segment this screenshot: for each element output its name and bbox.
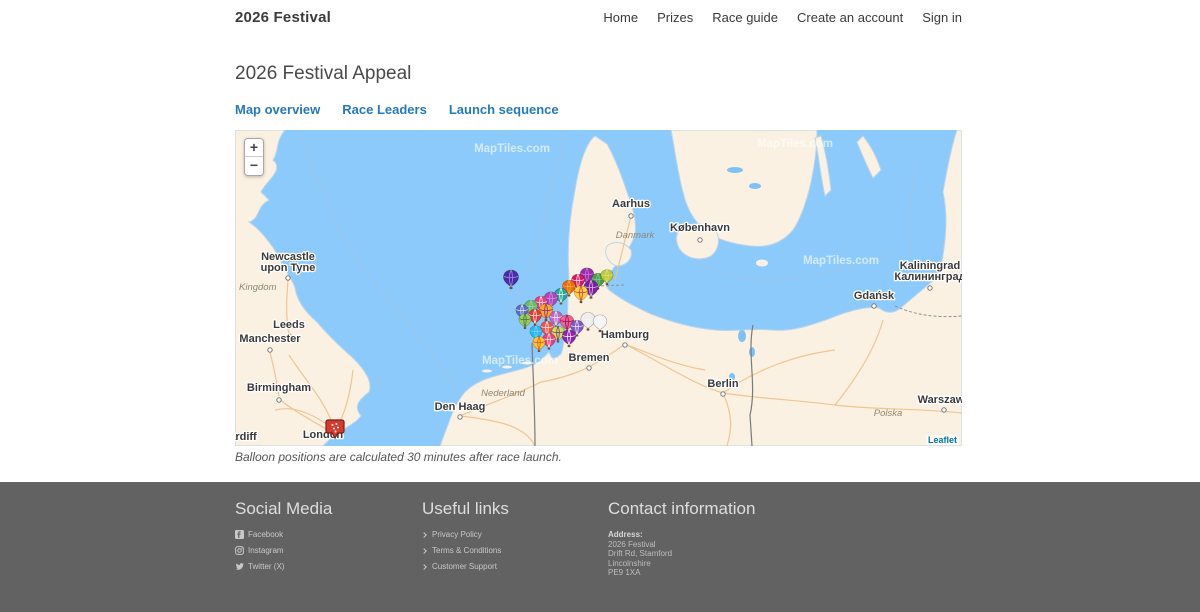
twitter-icon (235, 562, 244, 571)
social-link-instagram[interactable]: Instagram (235, 546, 422, 555)
page-footer: Social Media Facebook Instagram Twitter … (0, 482, 1200, 612)
page-title: 2026 Festival Appeal (235, 63, 962, 85)
nav-item-home[interactable]: Home (603, 10, 638, 25)
city-label: Cardiff (235, 431, 257, 443)
map-canvas[interactable]: MapTiles.com MapTiles.com MapTiles.com MapT… (235, 130, 962, 446)
city-label: Den Haag (435, 401, 486, 413)
brand-logo[interactable]: 2026 Festival (235, 9, 331, 26)
footer-link-privacy-policy[interactable]: Privacy Policy (422, 530, 608, 539)
map-watermark: MapTiles.com (482, 355, 558, 367)
city-dot (286, 276, 290, 280)
city-dot (942, 408, 946, 412)
instagram-icon (235, 546, 244, 555)
contact-address: Address: 2026 Festival Drift Rd, Stamfor… (608, 530, 868, 578)
city-dot (277, 398, 281, 402)
footer-links-section: Useful links Privacy Policy Terms & Cond… (422, 499, 608, 578)
social-link-twitter[interactable]: Twitter (X) (235, 562, 422, 571)
region-label: Nederland (481, 388, 526, 399)
city-dot (623, 343, 627, 347)
nav-item-race-guide[interactable]: Race guide (712, 10, 778, 25)
region-label: Kingdom (239, 282, 277, 293)
top-header: 2026 Festival Home Prizes Race guide Cre… (0, 0, 1200, 26)
city-dot (268, 348, 272, 352)
map-zoom-out-button[interactable]: − (245, 157, 263, 175)
address-line: 2026 Festival (608, 540, 868, 550)
city-label: København (670, 222, 730, 234)
nav-item-create-account[interactable]: Create an account (797, 10, 903, 25)
map-zoom-in-button[interactable]: + (245, 139, 263, 157)
city-dot (587, 366, 591, 370)
footer-social-section: Social Media Facebook Instagram Twitter … (235, 499, 422, 578)
city-label: Manchester (239, 333, 301, 345)
address-line: PE9 1XA (608, 568, 868, 578)
city-label: upon Tyne (261, 262, 316, 274)
chevron-right-icon (421, 532, 427, 538)
tab-map-overview[interactable]: Map overview (235, 102, 320, 117)
footer-contact-section: Contact information Address: 2026 Festiv… (608, 499, 868, 578)
city-label: Berlin (707, 378, 738, 390)
city-label: Birmingham (247, 382, 311, 394)
map-attribution-link[interactable]: Leaflet (926, 435, 959, 445)
map-watermark: MapTiles.com (474, 143, 550, 155)
city-label: Leeds (273, 319, 305, 331)
chevron-right-icon (421, 564, 427, 570)
social-link-facebook[interactable]: Facebook (235, 530, 422, 539)
tab-bar: Map overview Race Leaders Launch sequenc… (235, 102, 962, 117)
city-label: Hamburg (601, 329, 649, 341)
city-dot (721, 392, 725, 396)
city-label: Warszawa (918, 394, 962, 406)
region-label: Danmark (616, 230, 656, 241)
city-dot (458, 415, 462, 419)
city-label: Bremen (569, 352, 610, 364)
map-zoom-control: + − (244, 138, 264, 176)
tab-launch-sequence[interactable]: Launch sequence (449, 102, 559, 117)
contact-heading: Contact information (608, 499, 868, 519)
city-label: Калининград (894, 271, 962, 283)
address-line: Drift Rd, Stamford (608, 549, 868, 559)
facebook-icon (235, 530, 244, 539)
main-nav: Home Prizes Race guide Create an account… (603, 10, 962, 25)
nav-item-sign-in[interactable]: Sign in (922, 10, 962, 25)
useful-links-heading: Useful links (422, 499, 608, 519)
chevron-right-icon (421, 548, 427, 554)
city-dot (928, 286, 932, 290)
map-watermark: MapTiles.com (757, 138, 833, 150)
address-line: Lincolnshire (608, 559, 868, 569)
social-heading: Social Media (235, 499, 422, 519)
map-watermark: MapTiles.com (803, 255, 879, 267)
city-dot (698, 238, 702, 242)
footer-link-terms-conditions[interactable]: Terms & Conditions (422, 546, 608, 555)
nav-item-prizes[interactable]: Prizes (657, 10, 693, 25)
tab-race-leaders[interactable]: Race Leaders (342, 102, 427, 117)
city-dot (872, 304, 876, 308)
footer-link-customer-support[interactable]: Customer Support (422, 562, 608, 571)
map-caption: Balloon positions are calculated 30 minu… (235, 450, 962, 464)
map-overview[interactable]: + − MapTiles.comMapTiles.comMapTiles.com… (235, 130, 962, 446)
region-label: Polska (874, 408, 903, 419)
city-label: Gdańsk (854, 290, 895, 302)
city-label: Aarhus (612, 198, 650, 210)
city-dot (629, 214, 633, 218)
